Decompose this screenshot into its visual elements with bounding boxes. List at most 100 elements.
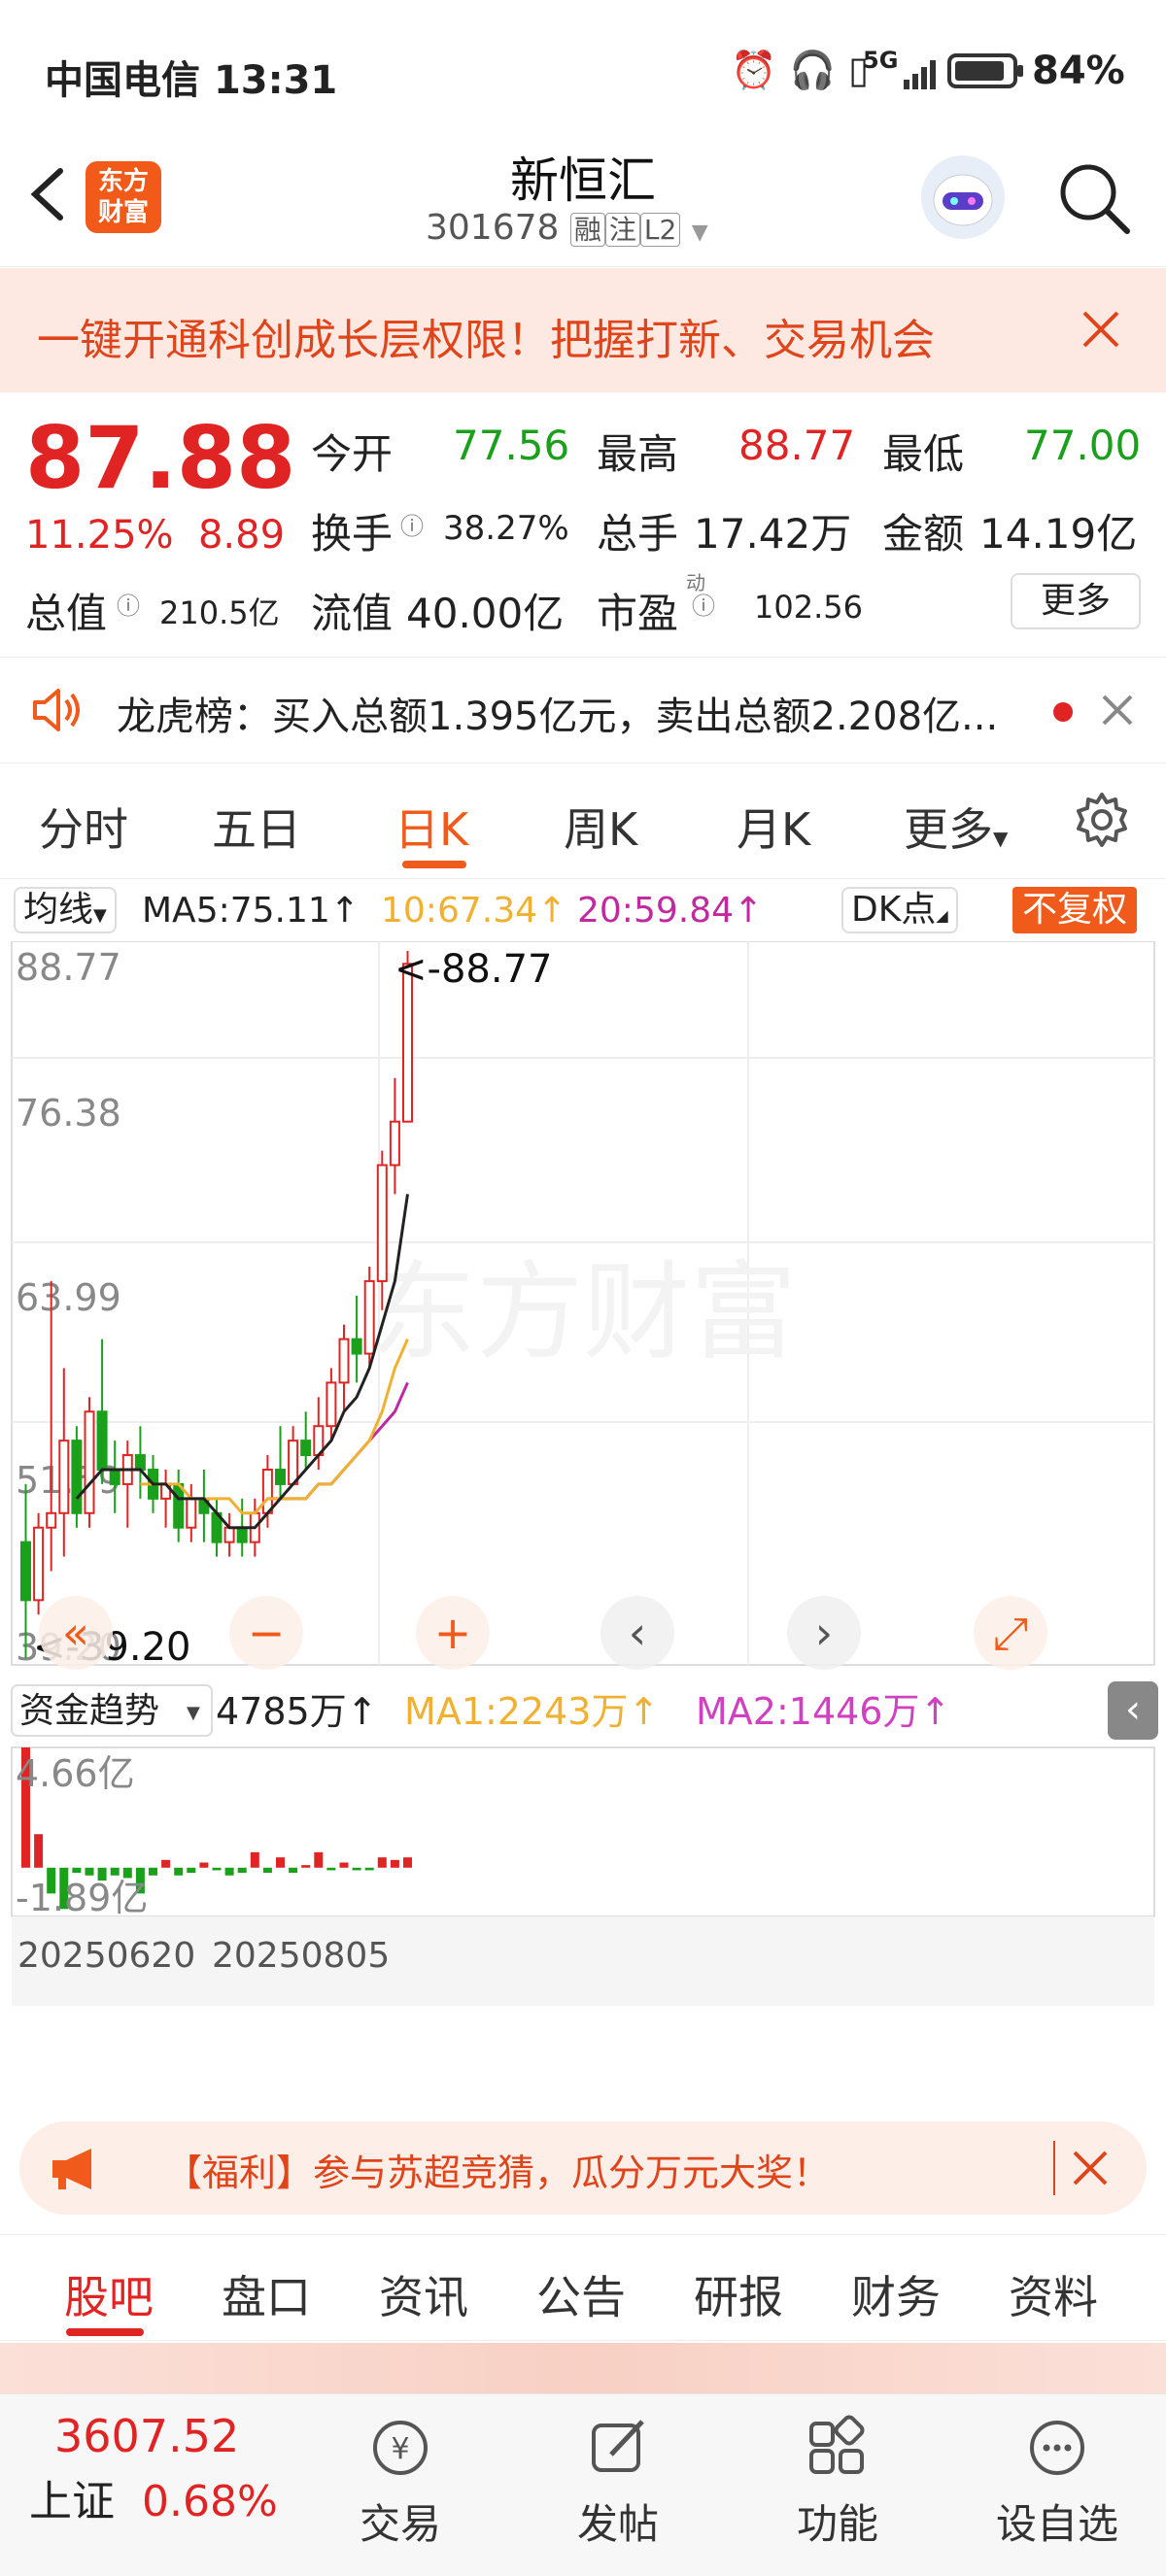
stock-code: 301678 [426, 208, 560, 248]
grid-apps-icon [809, 2415, 865, 2474]
tab-announcements[interactable]: 公告 [536, 2262, 626, 2326]
ma20-value: 20:59.84↑ [577, 891, 764, 931]
edit-post-icon [592, 2420, 644, 2472]
scroll-right-icon: › [815, 1607, 833, 1659]
ma5-value: MA5:75.11↑ [142, 891, 360, 931]
promo-banner[interactable]: 一键开通科创成长层权限！把握打新、交易机会 [0, 268, 1166, 392]
tab-weekly-k[interactable]: 周K [564, 795, 637, 859]
network-icon: 5G [863, 47, 899, 74]
candle-body [96, 1410, 108, 1471]
tab-five-day[interactable]: 五日 [212, 795, 301, 859]
nav-trade[interactable]: ¥ 交易 [332, 2414, 468, 2551]
price-axis-label: 76.38 [16, 1092, 121, 1135]
max-price-marker: <-88.77 [394, 947, 552, 992]
kline-svg[interactable]: 东方财富88.7776.3863.9951.5939.20<-88.77<-39… [0, 941, 1166, 2010]
settings-gear-icon[interactable] [1073, 791, 1131, 849]
chevron-left-icon: ‹ [1125, 1687, 1141, 1732]
change-row: 11.25% 8.89 [25, 513, 285, 558]
tab-monthly-k[interactable]: 月K [737, 795, 810, 859]
candle-body [376, 1164, 388, 1282]
candle-body [300, 1440, 312, 1457]
divider [1053, 2141, 1055, 2195]
fund-bar [326, 1867, 336, 1871]
fund-pane-frame [11, 1746, 1155, 1917]
candle-body [33, 1526, 45, 1602]
index-name: 上证 [29, 2477, 115, 2526]
candle-body [275, 1468, 286, 1485]
battery-percent: 84% [1032, 49, 1125, 93]
ma-selector[interactable]: 均线▼ [14, 887, 117, 933]
tab-research[interactable]: 研报 [694, 2262, 783, 2326]
candle-body [236, 1526, 248, 1543]
fund-value: 4785万↑ [216, 1690, 378, 1733]
fund-bar [149, 1867, 157, 1876]
content-tabs: 股吧 盘口 资讯 公告 研报 财务 资料 [0, 2234, 1166, 2341]
low-value: 77.00 [1024, 422, 1142, 469]
fund-bar [72, 1867, 82, 1874]
quote-panel: 87.88 11.25% 8.89 今开 77.56 最高 88.77 最低 7… [0, 392, 1166, 655]
tab-news[interactable]: 资讯 [379, 2262, 468, 2326]
info-icon[interactable]: ⓘ [692, 587, 715, 621]
fund-bar [161, 1859, 171, 1868]
tab-pankou[interactable]: 盘口 [222, 2262, 311, 2326]
promo-text: 【福利】参与苏超竞猜，瓜分万元大奖！ [165, 2152, 831, 2194]
adjust-button[interactable]: 不复权 [1012, 887, 1138, 933]
close-icon[interactable] [1100, 693, 1135, 728]
fund-bar [289, 1867, 298, 1874]
chart-period-tabs: 分时 五日 日K 周K 月K 更多▼ [0, 767, 1166, 879]
dragon-tiger-notice[interactable]: 龙虎榜：买入总额1.395亿元，卖出总额2.208亿... [0, 657, 1166, 763]
info-icon[interactable]: ⓘ [400, 507, 424, 541]
nav-add-watchlist-label: 设自选 [995, 2500, 1118, 2548]
low-label: 最低 [882, 430, 965, 478]
info-icon[interactable]: ⓘ [117, 587, 140, 621]
ma10-value: 10:67.34↑ [381, 891, 567, 931]
ma-legend-bar: 均线▼ MA5:75.11↑ 10:67.34↑ 20:59.84↑ DK点◢ … [14, 887, 1156, 935]
tab-profile[interactable]: 资料 [1009, 2262, 1098, 2326]
change-pct: 11.25% [25, 513, 174, 558]
more-button[interactable]: 更多 [1011, 573, 1141, 629]
watermark: 东方财富 [369, 1253, 797, 1373]
nav-post-label: 发帖 [576, 2500, 659, 2548]
nav-functions[interactable]: 功能 [770, 2414, 906, 2551]
tab-guba[interactable]: 股吧 [64, 2262, 154, 2326]
speaker-icon [29, 685, 84, 735]
tab-intraday[interactable]: 分时 [39, 795, 128, 859]
scroll-left-icon: ‹ [629, 1607, 646, 1659]
active-tab-indicator [66, 2328, 144, 2336]
fund-ma1: MA1:2243万↑ [404, 1690, 659, 1733]
fund-axis-max: 4.66亿 [16, 1752, 135, 1795]
pe-label: 市盈 [597, 590, 679, 637]
content-preview-strip [0, 2343, 1166, 2393]
fund-bar [174, 1867, 184, 1876]
date-label: 20250805 [212, 1936, 390, 1976]
amount-label: 金额 [882, 510, 965, 558]
fund-bar [224, 1867, 234, 1876]
tab-finance[interactable]: 财务 [851, 2262, 941, 2326]
volume-label: 总手 [597, 510, 679, 558]
amount-value: 14.19亿 [979, 510, 1138, 558]
price-axis-label: 88.77 [16, 946, 121, 989]
caret-down-icon: ▼ [993, 827, 1009, 850]
nav-functions-label: 功能 [796, 2500, 878, 2548]
more-dots-icon [1030, 2421, 1084, 2475]
signal-icon [904, 54, 939, 89]
candle-body [134, 1454, 146, 1471]
index-quote[interactable]: 3607.52 上证 0.68% [29, 2410, 340, 2528]
close-icon[interactable] [1071, 2149, 1110, 2187]
stock-code-row[interactable]: 301678 融注 L2 ▼ [426, 208, 708, 248]
tab-more[interactable]: 更多▼ [904, 795, 1008, 859]
nav-post[interactable]: 发帖 [550, 2414, 686, 2551]
dk-point-selector[interactable]: DK点◢ [841, 887, 958, 933]
nav-add-watchlist[interactable]: 设自选 [989, 2414, 1125, 2551]
tab-daily-k[interactable]: 日K [394, 795, 468, 859]
candle-body [363, 1279, 375, 1355]
turnover-label: 换手 [311, 510, 394, 558]
fund-bar [314, 1851, 324, 1868]
promo-bar[interactable]: 【福利】参与苏超竞猜，瓜分万元大奖！ [19, 2121, 1147, 2215]
close-icon[interactable] [1079, 307, 1123, 352]
search-icon[interactable] [1055, 159, 1133, 237]
robot-assistant-icon[interactable] [921, 155, 1005, 239]
fund-bar [85, 1867, 94, 1876]
kline-chart-area: 均线▼ MA5:75.11↑ 10:67.34↑ 20:59.84↑ DK点◢ … [0, 879, 1166, 2103]
nav-trade-label: 交易 [359, 2500, 441, 2548]
